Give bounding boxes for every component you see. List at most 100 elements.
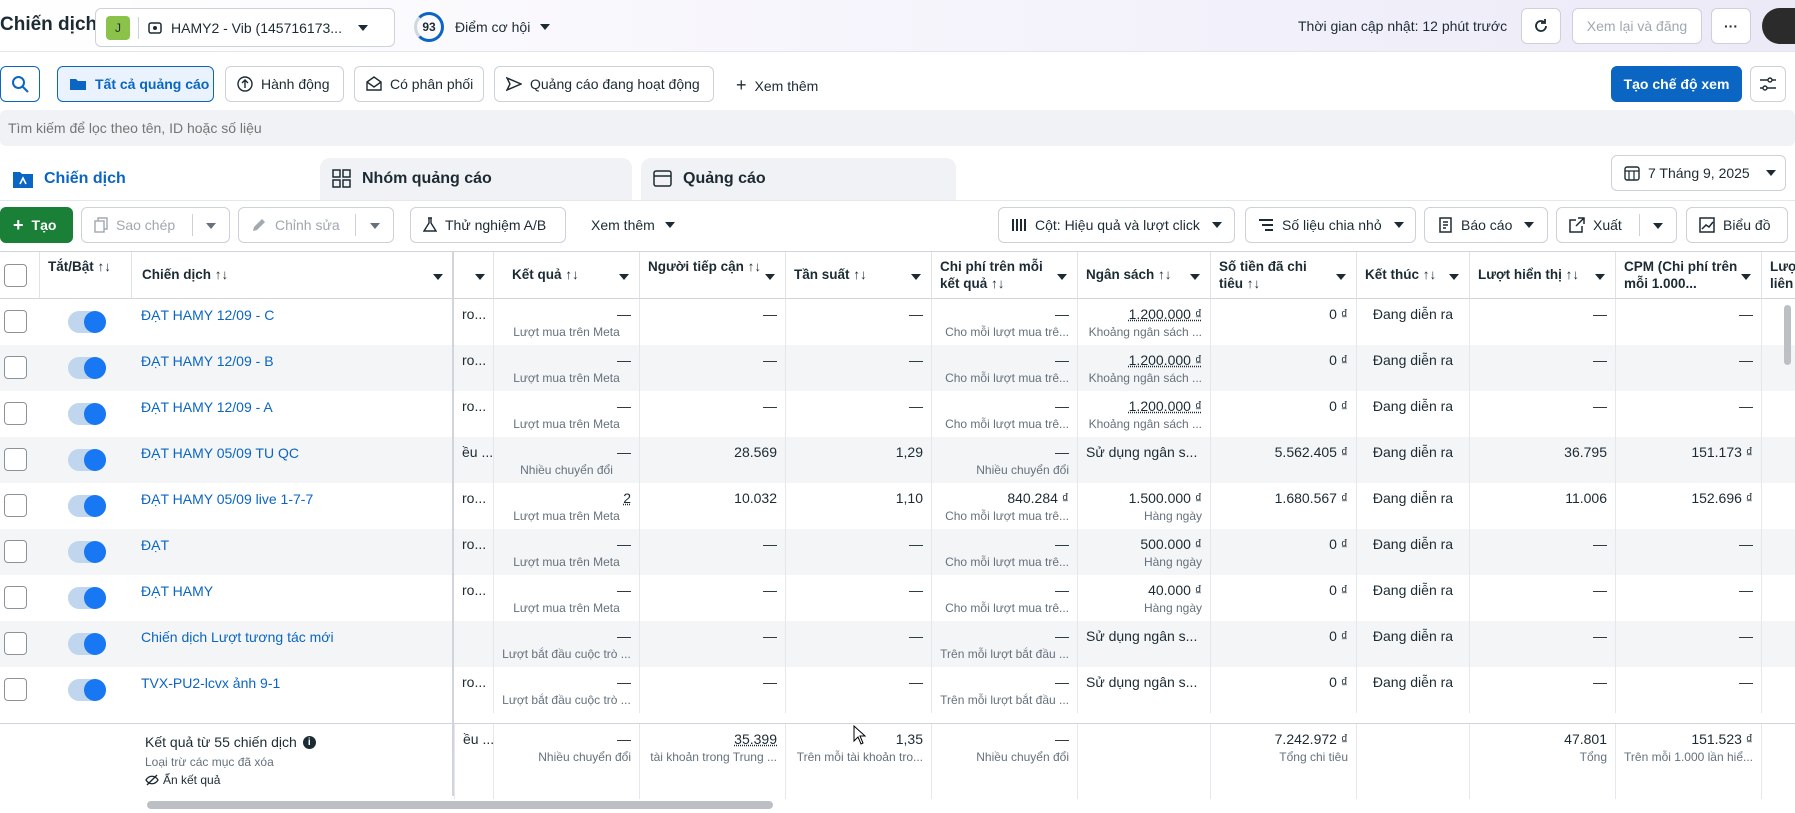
chevron-down-icon[interactable] [433, 274, 443, 280]
row-checkbox[interactable] [4, 310, 27, 333]
campaign-name-link[interactable]: ĐẠT [141, 537, 169, 553]
chevron-down-icon[interactable] [765, 274, 775, 280]
horizontal-scrollbar[interactable] [147, 801, 773, 809]
hide-results-link[interactable]: Ẩn kết quả [145, 773, 220, 787]
opportunity-score[interactable]: 93 [414, 12, 444, 42]
col-impressions[interactable]: Lượt hiển thị ↑↓ [1470, 252, 1616, 299]
select-all-checkbox[interactable] [4, 264, 27, 287]
campaign-toggle[interactable] [68, 311, 106, 333]
campaign-toggle[interactable] [68, 587, 106, 609]
campaign-toggle[interactable] [68, 679, 106, 701]
row-checkbox[interactable] [4, 402, 27, 425]
chevron-down-icon[interactable] [1336, 274, 1346, 280]
tab-campaigns[interactable]: Chiến dịch [0, 158, 310, 200]
campaign-name-link[interactable]: ĐẠT HAMY [141, 583, 213, 599]
chevron-down-icon[interactable] [540, 24, 550, 30]
chevron-down-icon[interactable] [1449, 274, 1459, 280]
table-row[interactable]: ĐẠT HAMY 05/09 TU QC ều ... — Nhiều chuyển … [0, 437, 1795, 483]
create-view-button[interactable]: Tạo chế độ xem [1611, 66, 1742, 102]
table-row[interactable]: ĐẠT HAMY 12/09 - A ro... — Lượt mua trên Me… [0, 391, 1795, 437]
col-extra[interactable]: Lượ liên [1762, 252, 1795, 299]
chevron-down-icon[interactable] [1190, 274, 1200, 280]
campaign-name-link[interactable]: TVX-PU2-lcvx ảnh 9-1 [141, 675, 280, 691]
col-cost-per-result[interactable]: Chi phí trên mỗi kết quả ↑↓ [932, 252, 1078, 299]
row-checkbox[interactable] [4, 540, 27, 563]
row-checkbox[interactable] [4, 356, 27, 379]
opportunity-score-label[interactable]: Điểm cơ hội [455, 19, 530, 35]
review-publish-button[interactable]: Xem lại và đăng [1572, 8, 1702, 44]
settings-button[interactable] [1750, 66, 1786, 102]
campaign-toggle[interactable] [68, 541, 106, 563]
chevron-down-icon[interactable] [1653, 223, 1663, 229]
tab-ad-sets[interactable]: Nhóm quảng cáo [320, 158, 632, 200]
campaign-name-link[interactable]: ĐẠT HAMY 12/09 - A [141, 399, 273, 415]
row-checkbox[interactable] [4, 678, 27, 701]
filter-see-more[interactable]: + Xem thêm [736, 75, 818, 96]
chevron-down-icon[interactable] [1595, 274, 1605, 280]
chevron-down-icon[interactable] [619, 274, 629, 280]
table-row[interactable]: ĐẠT HAMY ro... — Lượt mua trên Meta — — — Cho m… [0, 575, 1795, 621]
campaign-name-link[interactable]: ĐẠT HAMY 12/09 - B [141, 353, 274, 369]
col-campaign[interactable]: Chiến dịch ↑↓ [132, 252, 454, 299]
campaign-toggle[interactable] [68, 633, 106, 655]
col-spent[interactable]: Số tiền đã chi tiêu ↑↓ [1211, 252, 1357, 299]
table-row[interactable]: ĐẠT HAMY 12/09 - C ro... — Lượt mua trên Me… [0, 299, 1795, 345]
row-checkbox[interactable] [4, 494, 27, 517]
table-row[interactable]: ĐẠT HAMY 05/09 live 1-7-7 ro... 2 Lượt mua … [0, 483, 1795, 529]
chart-button[interactable]: Biểu đồ [1686, 207, 1788, 243]
info-icon[interactable]: i [302, 735, 316, 749]
col-toggle[interactable]: Tắt/Bật ↑↓ [40, 252, 132, 299]
campaign-name-link[interactable]: ĐẠT HAMY 12/09 - C [141, 307, 274, 323]
table-row[interactable]: ĐẠT ro... — Lượt mua trên Meta — — — Cho mỗi lư… [0, 529, 1795, 575]
filter-has-delivery[interactable]: Có phân phối [354, 66, 484, 102]
chevron-down-icon[interactable] [1741, 274, 1751, 280]
campaign-toggle[interactable] [68, 357, 106, 379]
col-results[interactable]: Kết quả ↑↓ [494, 252, 640, 299]
chevron-down-icon[interactable] [370, 223, 380, 229]
vertical-scrollbar[interactable] [1784, 305, 1791, 365]
col-partial[interactable] [454, 252, 494, 299]
edit-button[interactable]: Chỉnh sửa [238, 207, 394, 243]
table-row[interactable]: TVX-PU2-lcvx ảnh 9-1 ro... — Lượt bắt đầu c… [0, 667, 1795, 713]
table-row[interactable]: ĐẠT HAMY 12/09 - B ro... — Lượt mua trên Me… [0, 345, 1795, 391]
chevron-down-icon[interactable] [1057, 274, 1067, 280]
flask-icon [423, 217, 437, 232]
table-row[interactable]: Chiến dịch Lượt tương tác mới — Lượt bắt đ… [0, 621, 1795, 667]
row-checkbox[interactable] [4, 586, 27, 609]
campaign-name-link[interactable]: ĐẠT HAMY 05/09 live 1-7-7 [141, 491, 313, 507]
campaign-name-link[interactable]: Chiến dịch Lượt tương tác mới [141, 629, 334, 645]
campaign-name-link[interactable]: ĐẠT HAMY 05/09 TU QC [141, 445, 299, 461]
search-input[interactable] [8, 113, 1778, 143]
create-button[interactable]: + Tạo [0, 207, 73, 243]
filter-all-ads[interactable]: Tất cả quảng cáo [57, 66, 214, 102]
row-checkbox[interactable] [4, 632, 27, 655]
col-frequency[interactable]: Tần suất ↑↓ [786, 252, 932, 299]
breakdown-button[interactable]: Số liệu chia nhỏ [1245, 207, 1416, 243]
ab-test-button[interactable]: Thử nghiệm A/B [410, 207, 566, 243]
filter-active-ads[interactable]: Quảng cáo đang hoạt động [494, 66, 714, 102]
search-button[interactable] [0, 66, 40, 102]
col-budget[interactable]: Ngân sách ↑↓ [1078, 252, 1211, 299]
col-reach[interactable]: Người tiếp cận ↑↓ [640, 252, 786, 299]
campaign-toggle[interactable] [68, 449, 106, 471]
reports-button[interactable]: Báo cáo [1424, 207, 1548, 243]
copy-button[interactable]: Sao chép [81, 207, 230, 243]
tab-ads[interactable]: Quảng cáo [641, 158, 956, 200]
chevron-down-icon[interactable] [206, 223, 216, 229]
row-checkbox[interactable] [4, 448, 27, 471]
toolbar-see-more[interactable]: Xem thêm [591, 217, 675, 233]
col-cpm[interactable]: CPM (Chi phí trên mỗi 1.000... [1616, 252, 1762, 299]
chevron-down-icon[interactable] [911, 274, 921, 280]
filter-actions[interactable]: Hành động [225, 66, 344, 102]
col-end[interactable]: Kết thúc ↑↓ [1357, 252, 1470, 299]
more-options-button[interactable]: ··· [1711, 8, 1751, 44]
export-button[interactable]: Xuất [1556, 207, 1677, 243]
campaign-toggle[interactable] [68, 495, 106, 517]
columns-button[interactable]: Cột: Hiệu quả và lượt click [998, 207, 1235, 243]
refresh-button[interactable] [1521, 8, 1561, 44]
chevron-down-icon[interactable] [475, 274, 485, 280]
date-range-picker[interactable]: 7 Tháng 9, 2025 [1611, 155, 1786, 191]
avatar[interactable] [1762, 8, 1795, 44]
account-selector[interactable]: J HAMY2 - Vib (145716173... [95, 8, 395, 47]
campaign-toggle[interactable] [68, 403, 106, 425]
